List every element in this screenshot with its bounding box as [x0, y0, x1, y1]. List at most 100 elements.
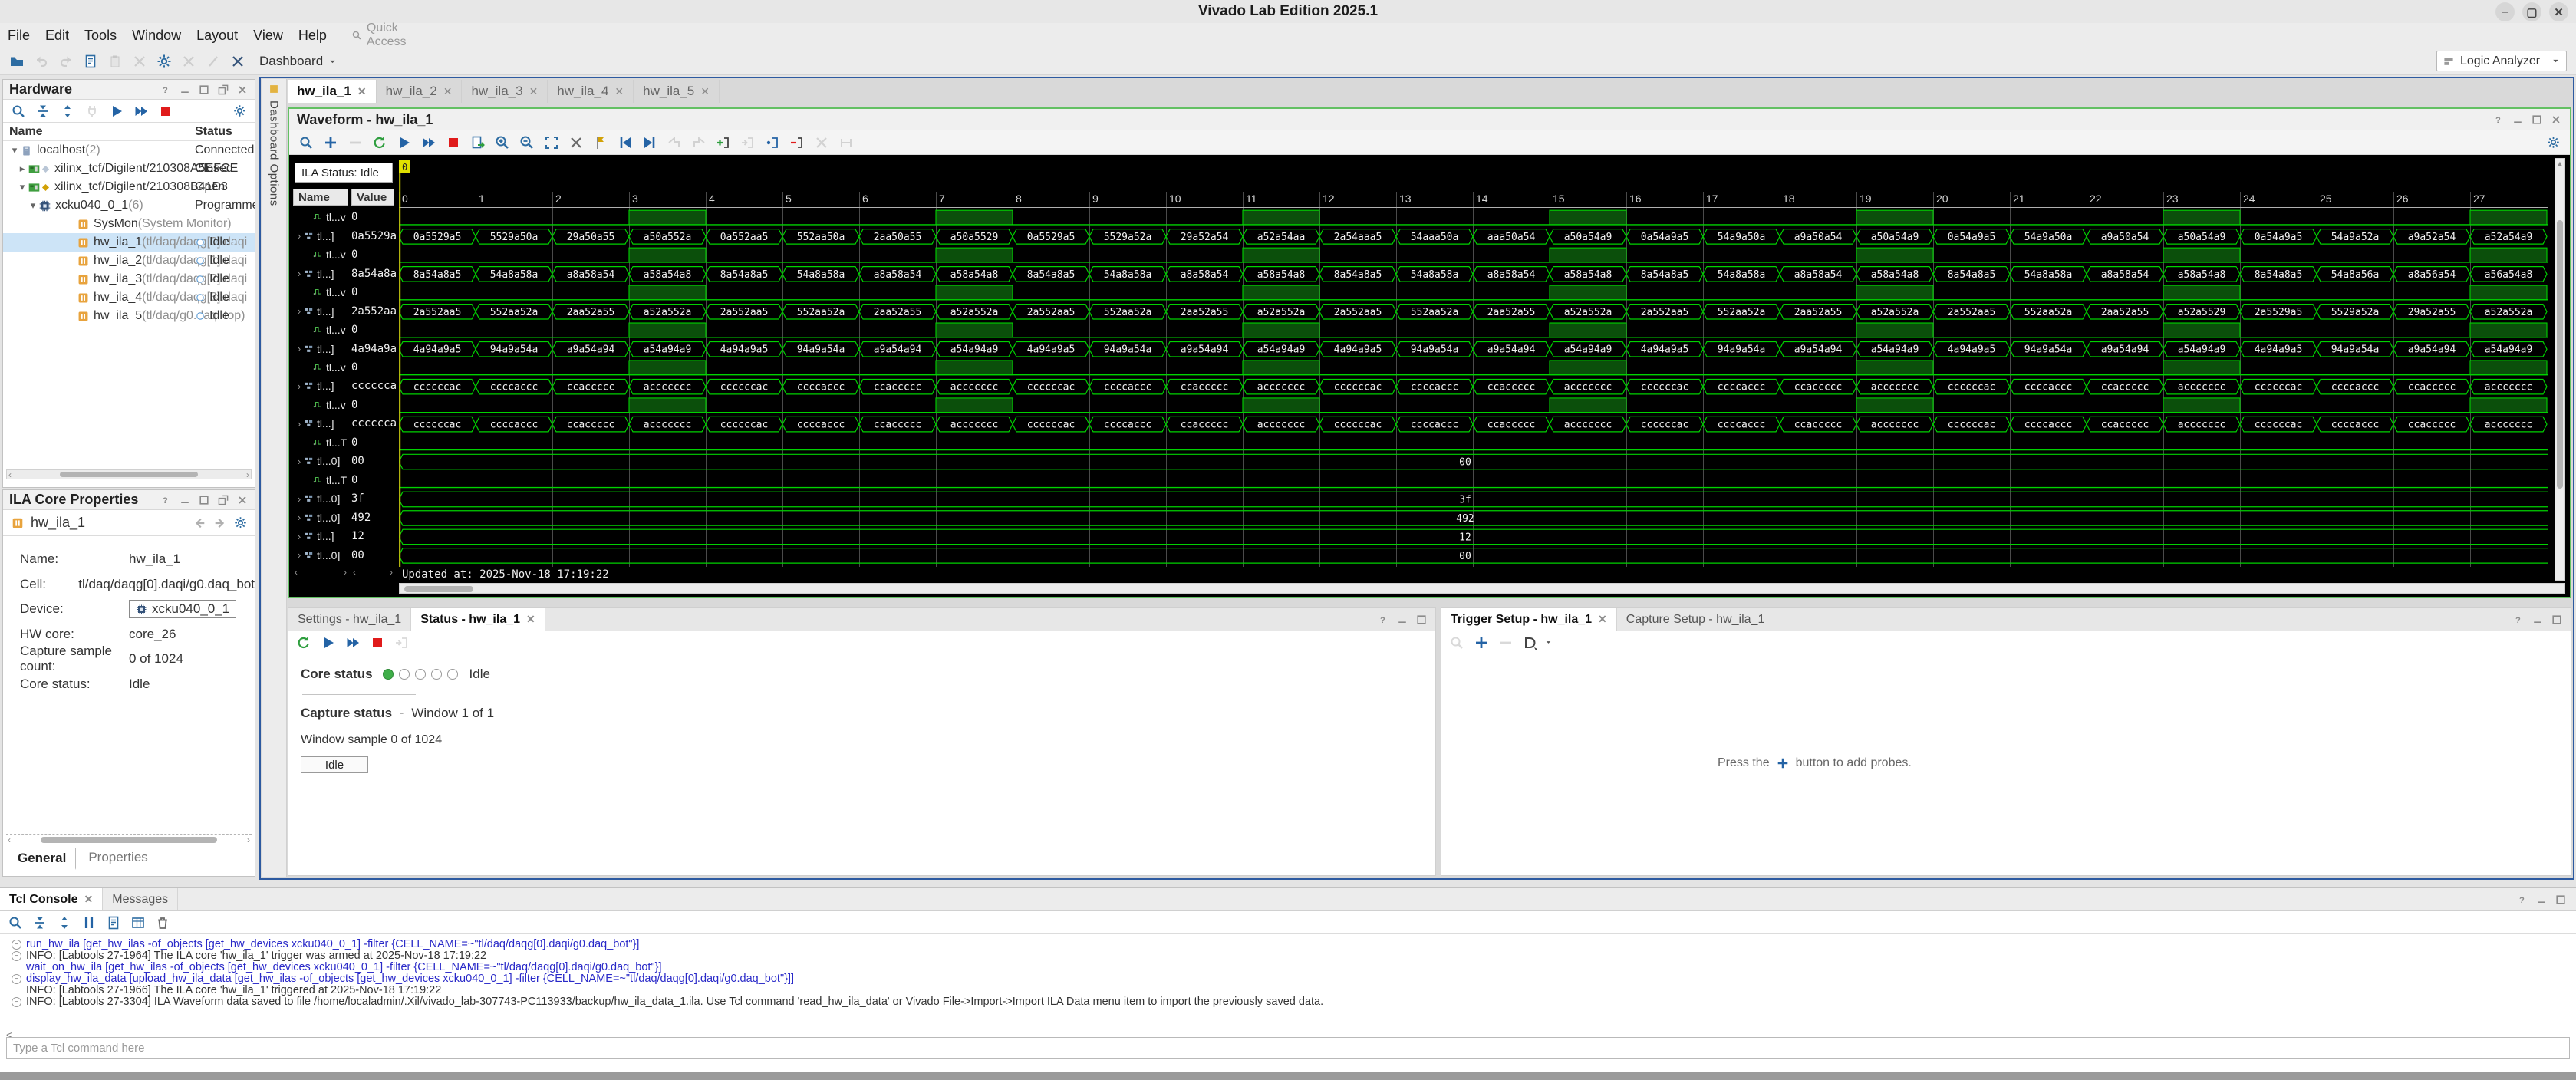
signal-name-row[interactable]: tl...v: [293, 358, 350, 377]
settings-gear-icon[interactable]: [153, 51, 175, 72]
waveform-settings-gear-icon[interactable]: [2542, 132, 2564, 153]
zoom-out-icon[interactable]: [516, 132, 538, 153]
tree-row-hw_ila_4[interactable]: hw_ila_4 (tl/daq/daqg[3].daqi Idle: [3, 288, 255, 307]
paste-icon[interactable]: [104, 51, 126, 72]
run-trigger-icon[interactable]: [106, 100, 127, 122]
minimize-icon[interactable]: [2532, 614, 2544, 626]
tab-capture-setup-hw-ila-1[interactable]: Capture Setup - hw_ila_1: [1617, 608, 1775, 631]
tab-trigger-setup-hw-ila-1[interactable]: Trigger Setup - hw_ila_1 ✕: [1441, 608, 1617, 631]
waveform-vscrollbar[interactable]: ▲: [2555, 158, 2565, 581]
float-icon[interactable]: [217, 84, 229, 96]
search-icon[interactable]: [295, 132, 317, 153]
pause-output-icon[interactable]: [78, 912, 100, 933]
signal-name-row[interactable]: tl...v: [293, 321, 350, 339]
back-arrow-icon[interactable]: [193, 516, 206, 530]
remove-probe-icon[interactable]: [1495, 632, 1517, 654]
close-icon[interactable]: ✕: [357, 85, 367, 98]
signal-value-list[interactable]: 0 0a5529a5 0 8a54a8a5 0 2a552aa5 0 4a94a9a5 0 ccc…: [351, 208, 396, 565]
close-icon[interactable]: ✕: [700, 85, 710, 98]
signal-name-row[interactable]: › tl...]: [293, 377, 350, 395]
add-window-icon[interactable]: [713, 132, 734, 153]
signal-name-row[interactable]: › tl...]: [293, 414, 350, 433]
tree-expander-icon[interactable]: ▾: [9, 144, 20, 156]
remove-window-icon[interactable]: [786, 132, 808, 153]
maximize-icon[interactable]: [2555, 894, 2567, 906]
collapse-all-icon[interactable]: [29, 912, 51, 933]
signal-name-row[interactable]: tl...T: [293, 433, 350, 452]
close-icon[interactable]: [236, 84, 249, 96]
minimize-icon[interactable]: [2535, 894, 2548, 906]
redo-icon[interactable]: [55, 51, 77, 72]
tree-expander-icon[interactable]: ▾: [17, 181, 28, 193]
maximize-icon[interactable]: [2531, 114, 2543, 126]
window-out-icon[interactable]: [762, 132, 783, 153]
zoom-in-icon[interactable]: [492, 132, 513, 153]
signal-name-row[interactable]: › tl...]: [293, 527, 350, 545]
close-icon[interactable]: [236, 494, 249, 506]
signal-name-row[interactable]: › tl...]: [293, 301, 350, 320]
collapse-all-icon[interactable]: [32, 100, 54, 122]
close-icon[interactable]: ✕: [614, 85, 624, 98]
next-transition-icon[interactable]: [688, 132, 710, 153]
toggle-cursor-icon[interactable]: [565, 132, 587, 153]
tab-status-hw-ila-1[interactable]: Status - hw_ila_1 ✕: [411, 608, 545, 631]
close-icon[interactable]: ✕: [1598, 613, 1607, 626]
expand-icon[interactable]: ›: [295, 418, 304, 430]
cancel-icon[interactable]: [227, 51, 249, 72]
signal-name-row[interactable]: › tl...0]: [293, 545, 350, 564]
close-button[interactable]: ✕: [2549, 2, 2568, 21]
help-icon[interactable]: ?: [2512, 614, 2525, 626]
minimize-icon[interactable]: [1396, 614, 1408, 626]
slash-disabled-icon[interactable]: [203, 51, 224, 72]
close-icon[interactable]: ✕: [443, 85, 453, 98]
hardware-hscrollbar[interactable]: ‹ ›: [6, 469, 252, 480]
menu-tools[interactable]: Tools: [77, 28, 124, 44]
tab-tcl-console[interactable]: Tcl Console ✕: [0, 888, 104, 910]
help-icon[interactable]: ?: [2516, 894, 2528, 906]
signal-name-column-header[interactable]: Name: [293, 189, 348, 206]
help-icon[interactable]: ?: [2492, 114, 2505, 126]
close-icon[interactable]: ✕: [526, 613, 535, 626]
minimize-icon[interactable]: [179, 84, 191, 96]
signal-name-row[interactable]: › tl...0]: [293, 509, 350, 527]
clear-console-icon[interactable]: [152, 912, 173, 933]
restart-trigger-icon[interactable]: [293, 632, 315, 654]
gate-icon[interactable]: [1520, 632, 1541, 654]
signal-name-row[interactable]: tl...v: [293, 245, 350, 264]
expand-icon[interactable]: ›: [295, 531, 304, 542]
menu-layout[interactable]: Layout: [189, 28, 245, 44]
signal-name-row[interactable]: tl...v: [293, 396, 350, 414]
signal-value-column-header[interactable]: Value: [351, 189, 394, 206]
add-marker-icon[interactable]: [590, 132, 611, 153]
minimize-button[interactable]: –: [2495, 2, 2515, 21]
forward-arrow-icon[interactable]: [213, 516, 227, 530]
tree-row-hw_ila_3[interactable]: hw_ila_3 (tl/daq/daqg[2].daqi Idle: [3, 270, 255, 288]
console-log[interactable]: − run_hw_ila [get_hw_ilas -of_objects [ge…: [8, 934, 2576, 1008]
dashboard-dropdown[interactable]: Dashboard: [259, 54, 338, 69]
menu-help[interactable]: Help: [291, 28, 334, 44]
menu-window[interactable]: Window: [124, 28, 189, 44]
dashboard-options-gutter[interactable]: Dashboard Options: [262, 79, 287, 878]
delete-icon[interactable]: [129, 51, 150, 72]
value-col-scrollbar[interactable]: ‹ ›: [351, 567, 394, 578]
expand-all-icon[interactable]: [54, 912, 75, 933]
column-header-name[interactable]: Name: [3, 125, 195, 139]
table-icon[interactable]: [127, 912, 149, 933]
device-link[interactable]: xcku040_0_1: [129, 600, 237, 619]
signal-name-row[interactable]: tl...v: [293, 283, 350, 301]
maximize-icon[interactable]: [198, 494, 210, 506]
export-data-icon[interactable]: [467, 132, 489, 153]
waveform-plot[interactable]: 0 1 2 3 4 5 6 7 8 9 10 11 12 13 14 15 16 17 18 19 20 21 22 23 24…: [399, 158, 2548, 581]
tree-row-hw_ila_5[interactable]: hw_ila_5 (tl/daq/g0.daq_top) Idle: [3, 307, 255, 325]
signal-name-row[interactable]: tl...v: [293, 208, 350, 226]
run-trigger-icon[interactable]: [318, 632, 339, 654]
tree-row-sysmon[interactable]: SysMon (System Monitor): [3, 215, 255, 233]
signal-name-row[interactable]: › tl...0]: [293, 452, 350, 470]
tab-messages[interactable]: Messages: [103, 888, 179, 910]
float-icon[interactable]: [217, 494, 229, 506]
expand-icon[interactable]: ›: [295, 305, 304, 317]
menu-file[interactable]: File: [0, 28, 38, 44]
tab-properties[interactable]: Properties: [79, 848, 156, 870]
maximize-icon[interactable]: [1415, 614, 1428, 626]
prev-transition-icon[interactable]: [664, 132, 685, 153]
